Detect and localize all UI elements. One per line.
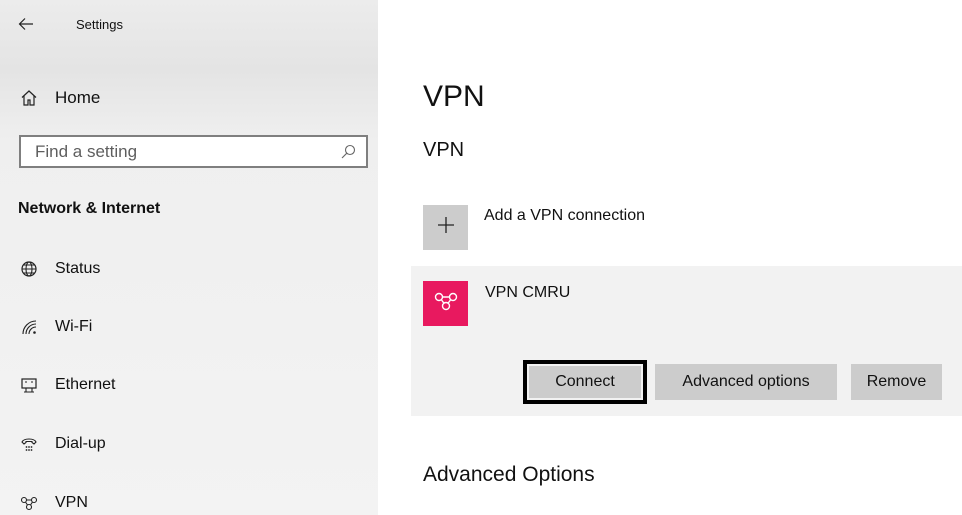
vpn-connection-tile xyxy=(423,281,468,326)
ethernet-icon xyxy=(18,374,40,396)
page-title: VPN xyxy=(423,80,485,113)
sidebar-item-label: Status xyxy=(55,260,101,277)
vpn-connection-card[interactable]: VPN CMRU Connect Advanced options Remove xyxy=(411,266,962,416)
sidebar-item-label: Ethernet xyxy=(55,376,116,393)
vpn-icon xyxy=(18,492,40,514)
app-title: Settings xyxy=(76,16,123,32)
sidebar-item-label: VPN xyxy=(55,494,88,511)
search-icon[interactable] xyxy=(340,144,356,160)
section-title-network: Network & Internet xyxy=(18,200,161,217)
advanced-options-heading: Advanced Options xyxy=(423,463,595,486)
sidebar-item-label: Dial-up xyxy=(55,435,106,452)
settings-window: Settings Home Network & Internet Status xyxy=(0,0,962,515)
add-vpn-label: Add a VPN connection xyxy=(484,207,645,224)
back-arrow-icon[interactable] xyxy=(18,16,34,32)
vpn-icon xyxy=(433,290,459,317)
sidebar-item-ethernet[interactable]: Ethernet xyxy=(18,371,115,399)
sidebar-item-label: Wi-Fi xyxy=(55,318,93,335)
nav-home-label: Home xyxy=(55,88,101,107)
add-vpn-connection-button[interactable]: Add a VPN connection xyxy=(423,205,645,250)
nav-home[interactable]: Home xyxy=(18,84,100,112)
search-field[interactable] xyxy=(19,135,368,168)
sidebar-item-dialup[interactable]: Dial-up xyxy=(18,430,106,458)
sidebar-item-wifi[interactable]: Wi-Fi xyxy=(18,313,92,341)
title-bar: Settings xyxy=(18,12,123,36)
advanced-options-button[interactable]: Advanced options xyxy=(655,364,837,400)
vpn-connection-name: VPN CMRU xyxy=(485,284,571,301)
connect-button[interactable]: Connect xyxy=(523,360,647,404)
plus-icon xyxy=(436,215,456,240)
dialup-icon xyxy=(18,433,40,455)
section-title-vpn: VPN xyxy=(423,139,465,161)
sidebar-item-vpn[interactable]: VPN xyxy=(18,489,88,515)
home-icon xyxy=(18,87,40,109)
add-tile xyxy=(423,205,468,250)
wifi-icon xyxy=(18,316,40,338)
sidebar: Settings Home Network & Internet Status xyxy=(0,0,378,515)
globe-icon xyxy=(18,258,40,280)
sidebar-item-status[interactable]: Status xyxy=(18,255,100,283)
remove-button[interactable]: Remove xyxy=(851,364,942,400)
search-input[interactable] xyxy=(33,140,327,163)
